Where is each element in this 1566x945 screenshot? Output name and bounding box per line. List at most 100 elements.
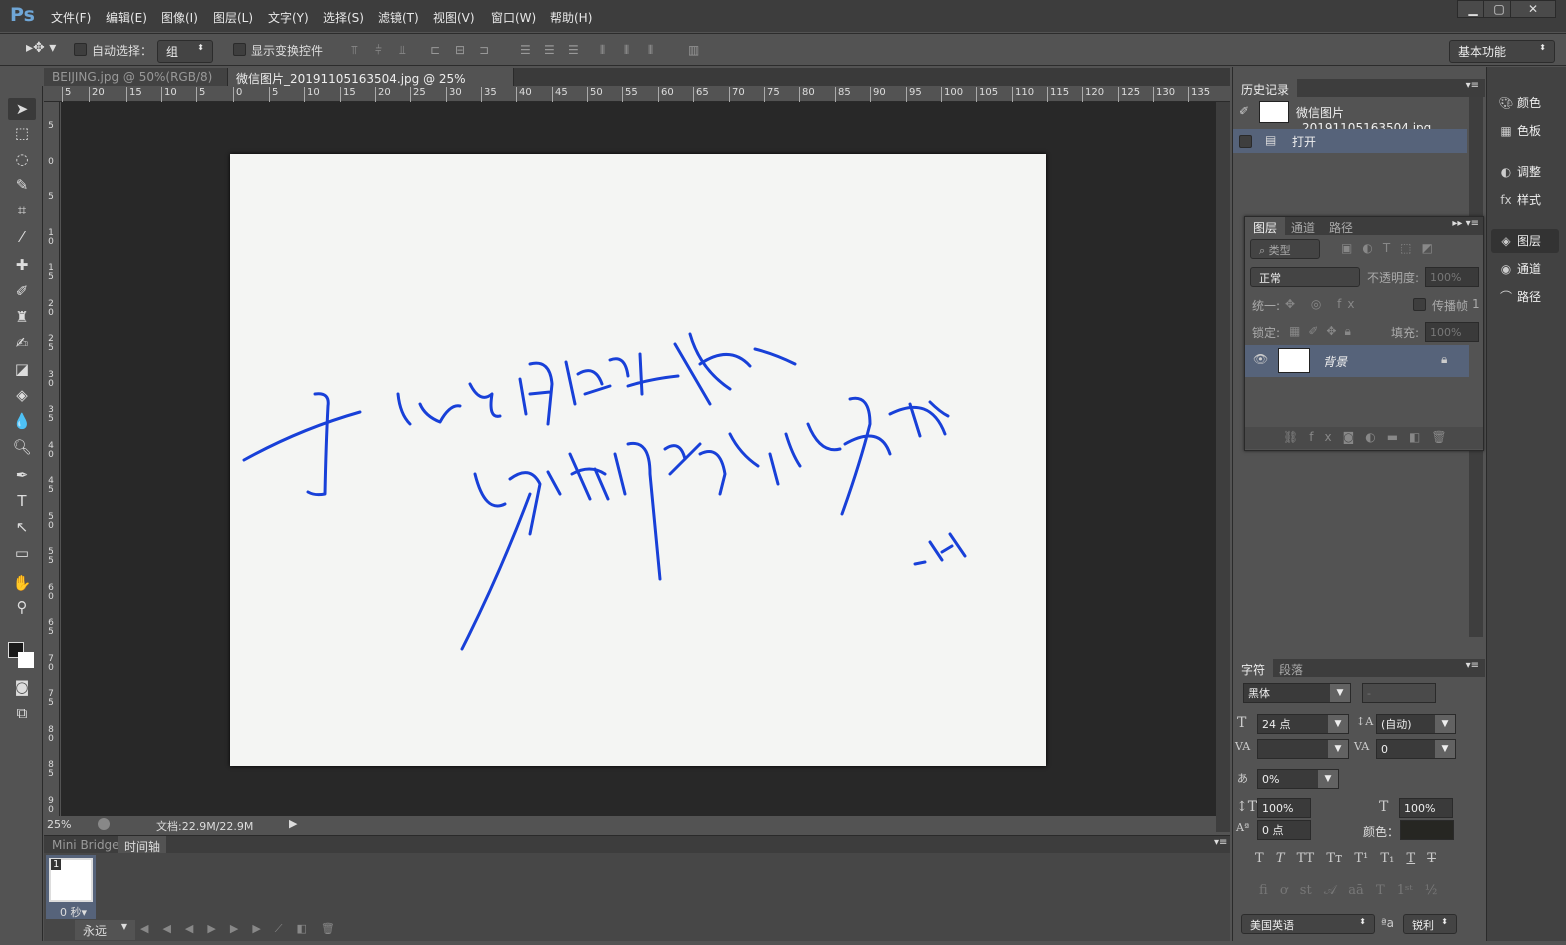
align-top-icon[interactable]: ⫪ (351, 43, 365, 57)
status-preview-icon[interactable] (98, 818, 110, 830)
crop-tool-icon[interactable]: ⌗ (10, 199, 34, 221)
menu-help[interactable]: 帮助(H) (550, 9, 592, 26)
layer-filter-dropdown[interactable]: ⌕ 类型 (1250, 239, 1320, 259)
panel-menu-icon[interactable]: ▾≡ (1466, 660, 1479, 671)
tab-layers[interactable]: 图层 (1245, 217, 1286, 235)
menu-filter[interactable]: 滤镜(T) (378, 9, 419, 26)
filter-shape-icon[interactable]: ⬚ (1400, 241, 1421, 255)
small-caps-icon[interactable]: Tт (1326, 851, 1342, 866)
menu-window[interactable]: 窗口(W) (491, 9, 536, 26)
dock-paths[interactable]: ⌒ 路径 (1495, 285, 1559, 309)
align-vcenter-icon[interactable]: ⫩ (375, 43, 389, 57)
tab-beijing[interactable]: BEIJING.jpg @ 50%(RGB/8) * × (44, 68, 228, 98)
type-tool-icon[interactable]: T (10, 490, 34, 512)
align-right-icon[interactable]: ⊐ (479, 43, 493, 57)
fill-field[interactable]: 100% (1425, 322, 1479, 342)
leading-field[interactable]: (自动) ▼ (1376, 714, 1456, 734)
healing-brush-tool-icon[interactable]: ✚ (10, 254, 34, 276)
pen-tool-icon[interactable]: ✒ (10, 464, 34, 486)
distribute-left-icon[interactable]: ⫴ (600, 43, 614, 57)
opacity-field[interactable]: 100% (1425, 267, 1479, 287)
tab-character[interactable]: 字符 (1233, 659, 1274, 677)
background-color-swatch[interactable] (18, 652, 34, 668)
document-image[interactable] (230, 154, 1046, 766)
menu-image[interactable]: 图像(I) (161, 9, 198, 26)
font-style-dropdown[interactable]: - (1362, 683, 1436, 703)
status-menu-arrow-icon[interactable]: ▶ (289, 817, 297, 830)
close-button[interactable]: ✕ (1510, 0, 1556, 18)
dock-channels[interactable]: ◉ 通道 (1495, 257, 1559, 281)
distribute-right-icon[interactable]: ⫴ (648, 43, 662, 57)
quick-select-tool-icon[interactable]: ✎ (10, 174, 34, 196)
paint-bucket-tool-icon[interactable]: ◈ (10, 384, 34, 406)
ligature-icon[interactable]: ﬁ (1259, 883, 1268, 898)
frame-1[interactable]: 1 0 秒▾ (46, 855, 96, 919)
faux-italic-icon[interactable]: T (1276, 851, 1285, 866)
subscript-icon[interactable]: T₁ (1380, 851, 1394, 866)
baseline-shift-field[interactable]: 0 点 (1257, 820, 1311, 840)
tab-channels[interactable]: 通道 (1283, 217, 1323, 235)
swash-icon[interactable]: 𝒜 (1324, 883, 1336, 898)
all-caps-icon[interactable]: TT (1297, 851, 1315, 866)
history-source-checkbox[interactable] (1239, 135, 1252, 148)
filter-adjust-icon[interactable]: ◐ (1362, 241, 1382, 255)
next-frame-icon[interactable]: ▶▶ (230, 922, 275, 935)
rectangle-tool-icon[interactable]: ▭ (10, 542, 34, 564)
stamp-tool-icon[interactable]: ♜ (10, 306, 34, 328)
prev-frame-icon[interactable]: ◀ (185, 922, 207, 935)
underline-icon[interactable]: T (1406, 851, 1415, 866)
propagate-checkbox[interactable] (1413, 298, 1426, 311)
first-frame-icon[interactable]: ◀◀ (140, 922, 185, 935)
history-brush-tool-icon[interactable]: ✍ (10, 332, 34, 354)
language-dropdown[interactable]: 美国英语 ⬍ (1241, 914, 1375, 934)
strikethrough-icon[interactable]: T (1427, 851, 1436, 866)
history-snapshot[interactable]: ✐ 微信图片_20191105163504.jpg (1233, 98, 1467, 135)
move-tool-preset-icon[interactable]: ▸✥ ▾ (26, 40, 56, 56)
discretionary-ligature-icon[interactable]: st (1300, 883, 1312, 898)
stylistic-alternates-icon[interactable]: aā (1348, 883, 1364, 898)
blur-tool-icon[interactable]: 💧 (10, 410, 34, 432)
auto-select-dropdown[interactable]: 组 ⬍ (157, 40, 213, 63)
kerning-field[interactable]: ▼ (1257, 739, 1349, 759)
align-hcenter-icon[interactable]: ⊟ (455, 43, 469, 57)
zoom-tool-icon[interactable]: ⚲ (10, 596, 34, 618)
distribute-vcenter-icon[interactable]: ☰ (544, 43, 558, 57)
font-size-field[interactable]: 24 点 ▼ (1257, 714, 1349, 734)
menu-edit[interactable]: 编辑(E) (106, 9, 147, 26)
delete-layer-icon[interactable]: 🗑︎ (1431, 430, 1457, 444)
history-brush-source-icon[interactable]: ✐ (1239, 104, 1249, 118)
panel-menu-icon[interactable]: ▸▸ ▾≡ (1452, 218, 1479, 229)
vertical-scale-field[interactable]: 100% (1257, 798, 1311, 818)
menu-view[interactable]: 视图(V) (433, 9, 475, 26)
filter-pixel-icon[interactable]: ▣ (1341, 241, 1362, 255)
tsume-field[interactable]: 0% ▼ (1257, 769, 1339, 789)
faux-bold-icon[interactable]: T (1255, 851, 1264, 866)
tab-wechat-image[interactable]: 微信图片_20191105163504.jpg @ 25%(RGB/8) × (228, 68, 514, 101)
unify-icons[interactable]: ✥ ◎ fx (1285, 297, 1360, 311)
menu-layer[interactable]: 图层(L) (213, 9, 253, 26)
lock-icons[interactable]: ▦✐✥🔒︎ (1289, 324, 1359, 339)
auto-align-icon[interactable]: ▥ (688, 43, 702, 57)
filter-smart-icon[interactable]: ◩ (1422, 241, 1443, 255)
dock-adjustments[interactable]: ◐ 调整 (1495, 160, 1559, 184)
lasso-tool-icon[interactable]: ◌ (10, 148, 34, 170)
filter-type-icon[interactable]: T (1383, 241, 1400, 255)
dock-styles[interactable]: fx 样式 (1495, 188, 1559, 212)
align-bottom-icon[interactable]: ⫫ (399, 43, 413, 57)
old-style-icon[interactable]: ơ (1280, 883, 1288, 898)
move-tool-icon[interactable]: ➤ (10, 98, 34, 120)
menu-select[interactable]: 选择(S) (323, 9, 364, 26)
align-left-icon[interactable]: ⊏ (430, 43, 444, 57)
zoom-level[interactable]: 25% (47, 818, 71, 831)
menu-type[interactable]: 文字(Y) (268, 9, 309, 26)
brush-tool-icon[interactable]: ✐ (10, 280, 34, 302)
duplicate-frame-icon[interactable]: ◧ (296, 922, 320, 935)
layer-row[interactable]: 👁︎ 背景 🔒︎ (1245, 345, 1469, 377)
tab-timeline[interactable]: 时间轴 (118, 836, 167, 854)
dock-swatches[interactable]: ▦ 色板 (1495, 119, 1559, 143)
quick-mask-icon[interactable]: ◙ (10, 676, 34, 698)
delete-frame-icon[interactable]: 🗑︎ (321, 922, 349, 935)
dodge-tool-icon[interactable]: 🔍︎ (10, 436, 34, 458)
dock-layers[interactable]: ◈ 图层 (1491, 229, 1559, 253)
loop-dropdown[interactable]: 永远 ▼ (75, 920, 135, 940)
